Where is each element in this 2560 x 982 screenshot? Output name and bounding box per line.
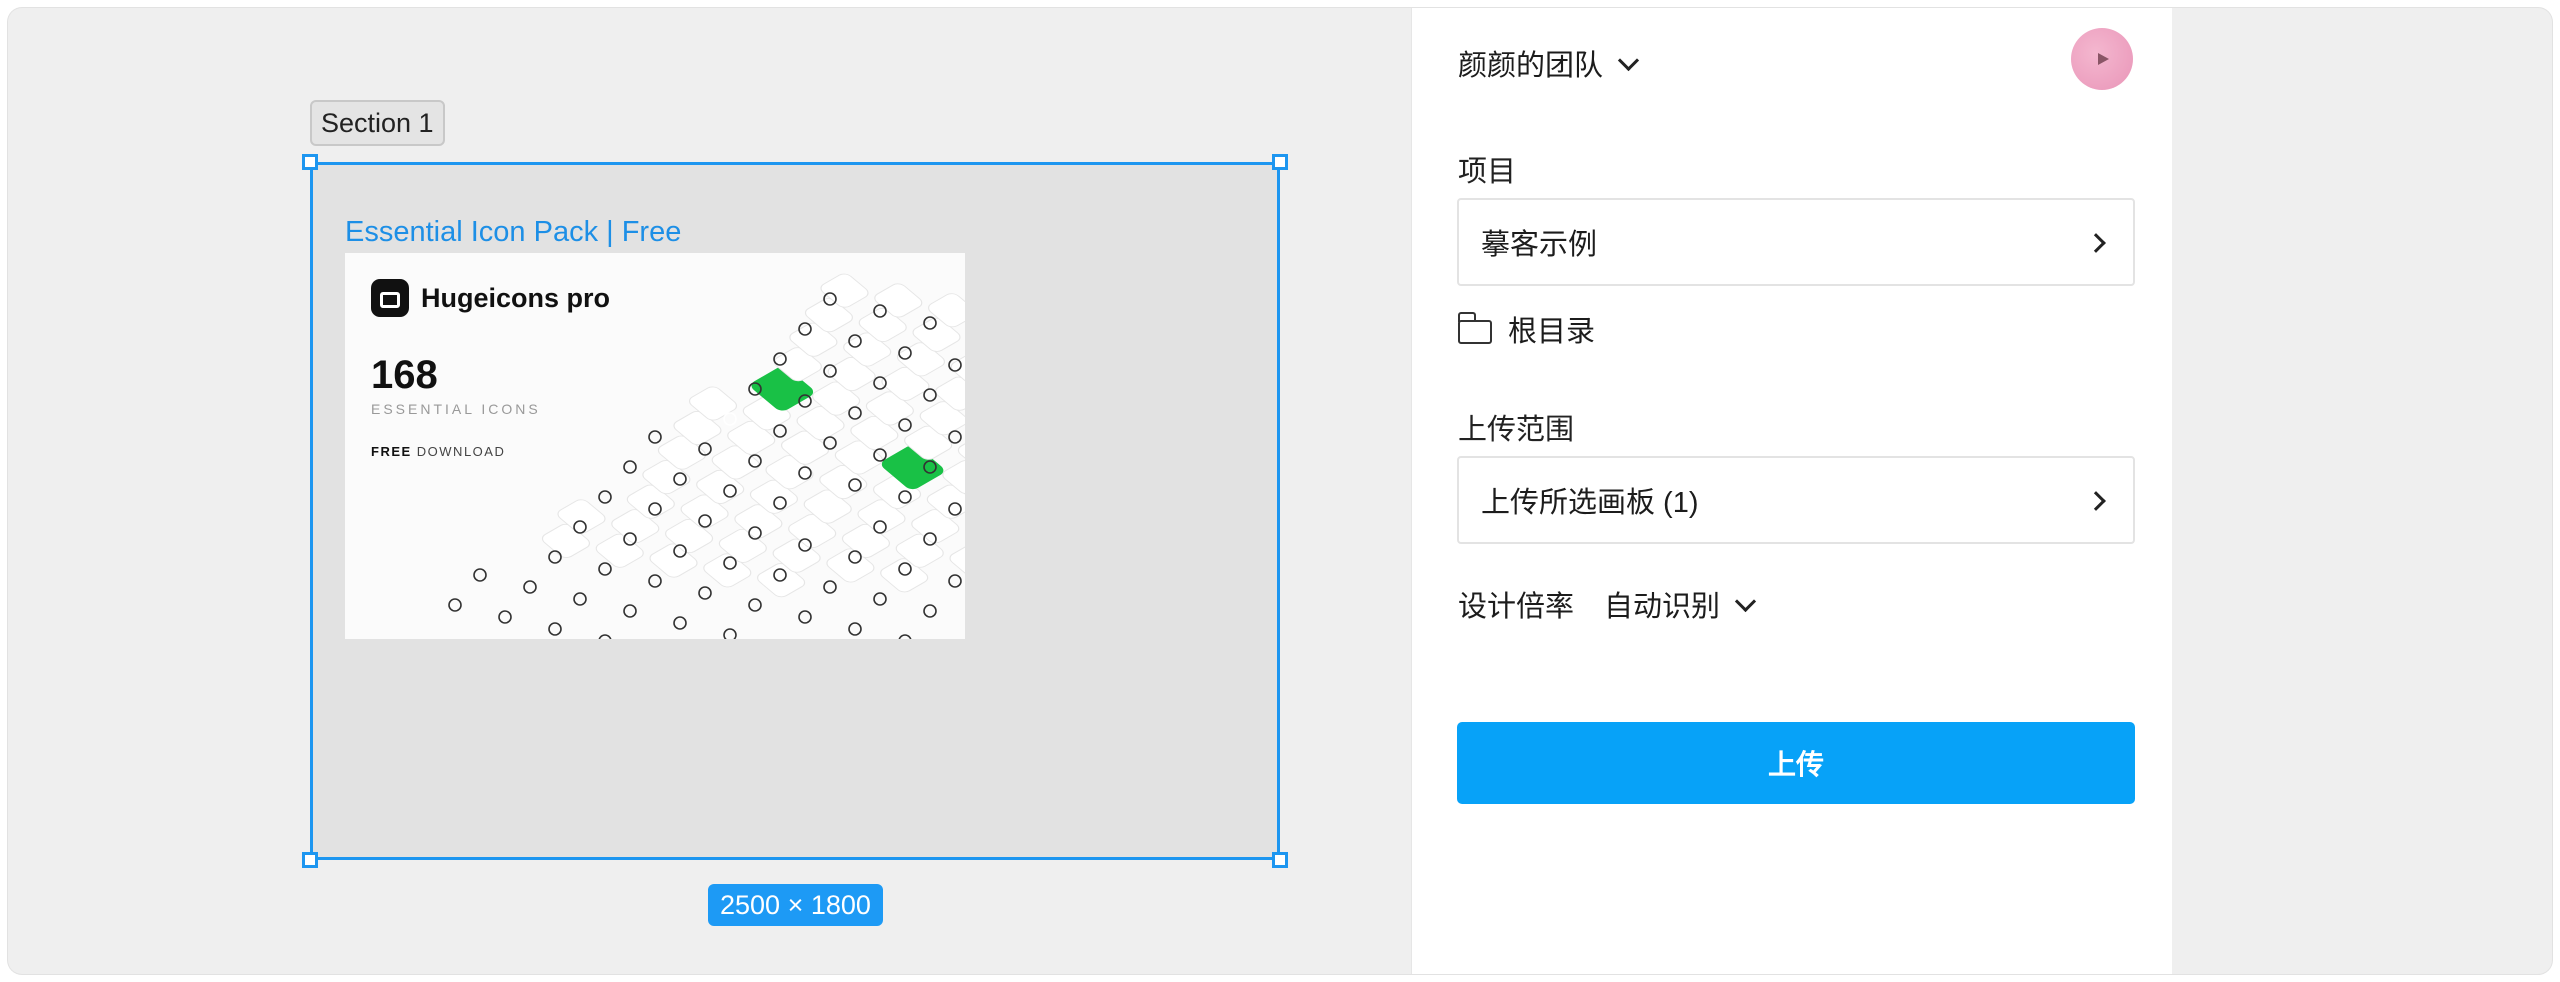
icon-count: 168	[371, 353, 438, 397]
tile-glyph	[723, 412, 737, 426]
brand-name: Hugeicons pro	[421, 282, 611, 313]
resize-handle-top-left[interactable]	[302, 154, 318, 170]
project-value: 摹客示例	[1481, 229, 1598, 261]
tile-glyph	[598, 634, 612, 639]
tile-glyph	[948, 574, 962, 588]
resize-handle-bottom-left[interactable]	[302, 852, 318, 868]
resize-handle-bottom-right[interactable]	[1272, 852, 1288, 868]
upload-scope-value: 上传所选画板 (1)	[1481, 487, 1699, 519]
project-label: 项目	[1458, 156, 1517, 188]
tile-glyph	[698, 586, 712, 600]
tile-glyph	[573, 592, 587, 606]
artboard-title[interactable]: Essential Icon Pack | Free	[345, 216, 681, 249]
free-download-caption: FREE DOWNLOAD	[371, 444, 506, 459]
tile-glyph	[823, 580, 837, 594]
hugeicons-logo-icon	[371, 279, 409, 317]
tile-glyph	[673, 616, 687, 630]
root-directory[interactable]: 根目录	[1458, 308, 1595, 350]
design-ratio-label: 设计倍率	[1458, 591, 1575, 623]
team-name: 颜颜的团队	[1458, 50, 1604, 82]
tile-glyph	[648, 430, 662, 444]
upload-button[interactable]: 上传	[1457, 722, 2135, 804]
project-select[interactable]: 摹客示例	[1457, 198, 2135, 286]
icon-count-caption: ESSENTIAL ICONS	[371, 401, 541, 417]
team-selector[interactable]: 颜颜的团队	[1458, 42, 1640, 84]
tile-glyph	[623, 460, 637, 474]
tile-glyph	[548, 622, 562, 636]
tile-glyph	[548, 550, 562, 564]
tile-glyph	[648, 574, 662, 588]
tile-glyph	[473, 568, 487, 582]
design-ratio-select[interactable]: 自动识别	[1604, 583, 1757, 625]
chevron-down-icon	[1617, 49, 1640, 71]
app-window: Section 1 Essential Icon Pack | Free Hug…	[8, 8, 2552, 974]
tile-glyph	[898, 418, 912, 432]
tile-glyph	[848, 406, 862, 420]
tile-glyph	[723, 628, 737, 639]
tile-glyph	[923, 604, 937, 618]
chevron-down-icon	[1734, 590, 1757, 612]
tile-glyph	[823, 436, 837, 450]
tile-glyph	[448, 598, 462, 612]
design-ratio-value: 自动识别	[1604, 591, 1721, 623]
section-label[interactable]: Section 1	[310, 100, 445, 146]
tile-glyph	[798, 610, 812, 624]
upload-panel: 颜颜的团队 项目 摹客示例 根目录 上传范围 上传所选画板 (1) 设计倍率 自…	[1412, 8, 2172, 974]
artboard-size-badge: 2500 × 1800	[708, 884, 883, 926]
tile-glyph	[948, 430, 962, 444]
chevron-right-icon	[2086, 491, 2106, 511]
upload-scope-select[interactable]: 上传所选画板 (1)	[1457, 456, 2135, 544]
tile-glyph	[923, 388, 937, 402]
upload-scope-label: 上传范围	[1458, 414, 1575, 446]
tile-glyph	[848, 622, 862, 636]
resize-handle-top-right[interactable]	[1272, 154, 1288, 170]
chevron-right-icon	[2086, 233, 2106, 253]
tile-glyph	[498, 610, 512, 624]
tile-glyph	[898, 634, 912, 639]
tile-glyph	[623, 604, 637, 618]
icon-tile	[949, 543, 965, 578]
tile-glyph	[773, 424, 787, 438]
root-directory-label: 根目录	[1508, 316, 1596, 348]
tile-glyph	[873, 592, 887, 606]
design-ratio-row: 设计倍率 自动识别	[1458, 583, 1757, 625]
folder-icon	[1458, 312, 1492, 344]
tile-glyph	[598, 490, 612, 504]
tile-glyph	[598, 562, 612, 576]
avatar[interactable]	[2071, 28, 2133, 90]
artboard-thumbnail: Hugeicons pro 168 ESSENTIAL ICONS FREE D…	[345, 253, 965, 639]
brand: Hugeicons pro	[371, 279, 610, 317]
tile-glyph	[523, 580, 537, 594]
tile-glyph	[748, 598, 762, 612]
